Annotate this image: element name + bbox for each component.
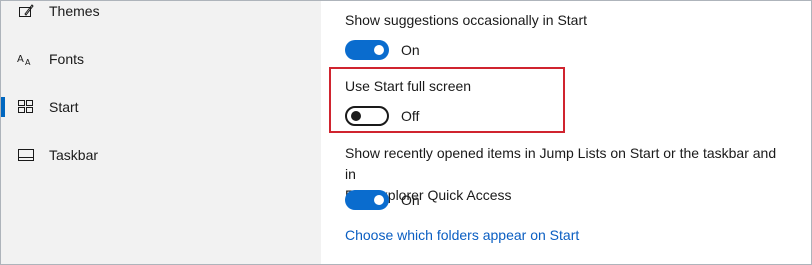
themes-icon (17, 2, 35, 20)
jump-lists-label-line1: Show recently opened items in Jump Lists… (345, 145, 777, 182)
toggle-state-label: On (401, 192, 420, 208)
settings-window: Themes AA Fonts Start Taskbar Show sugge… (0, 0, 812, 265)
sidebar-item-start[interactable]: Start (1, 87, 321, 127)
sidebar-item-fonts[interactable]: AA Fonts (1, 39, 321, 79)
settings-content: Show suggestions occasionally in Start O… (321, 1, 811, 264)
jump-lists-toggle[interactable]: On (345, 190, 420, 210)
svg-text:A: A (25, 58, 31, 67)
toggle-knob (374, 195, 384, 205)
full-screen-toggle[interactable]: Off (345, 106, 419, 126)
selected-indicator (1, 97, 5, 117)
toggle-switch[interactable] (345, 190, 389, 210)
taskbar-icon (17, 146, 35, 164)
sidebar: Themes AA Fonts Start Taskbar (1, 1, 321, 264)
suggestions-setting-label: Show suggestions occasionally in Start (345, 12, 588, 28)
svg-text:A: A (17, 54, 24, 65)
toggle-switch[interactable] (345, 40, 389, 60)
toggle-state-label: Off (401, 108, 420, 124)
start-icon (17, 98, 35, 116)
toggle-knob (351, 111, 361, 121)
suggestions-toggle[interactable]: On (345, 40, 420, 60)
full-screen-setting-label: Use Start full screen (345, 78, 472, 94)
sidebar-item-label: Start (49, 99, 79, 115)
toggle-switch[interactable] (345, 106, 389, 126)
sidebar-item-label: Fonts (49, 51, 85, 67)
toggle-knob (374, 45, 384, 55)
sidebar-item-themes[interactable]: Themes (1, 1, 321, 31)
sidebar-item-label: Themes (49, 3, 100, 19)
toggle-state-label: On (401, 42, 420, 58)
fonts-icon: AA (17, 50, 35, 68)
choose-folders-link[interactable]: Choose which folders appear on Start (345, 227, 579, 243)
sidebar-item-taskbar[interactable]: Taskbar (1, 135, 321, 175)
sidebar-item-label: Taskbar (49, 147, 99, 163)
